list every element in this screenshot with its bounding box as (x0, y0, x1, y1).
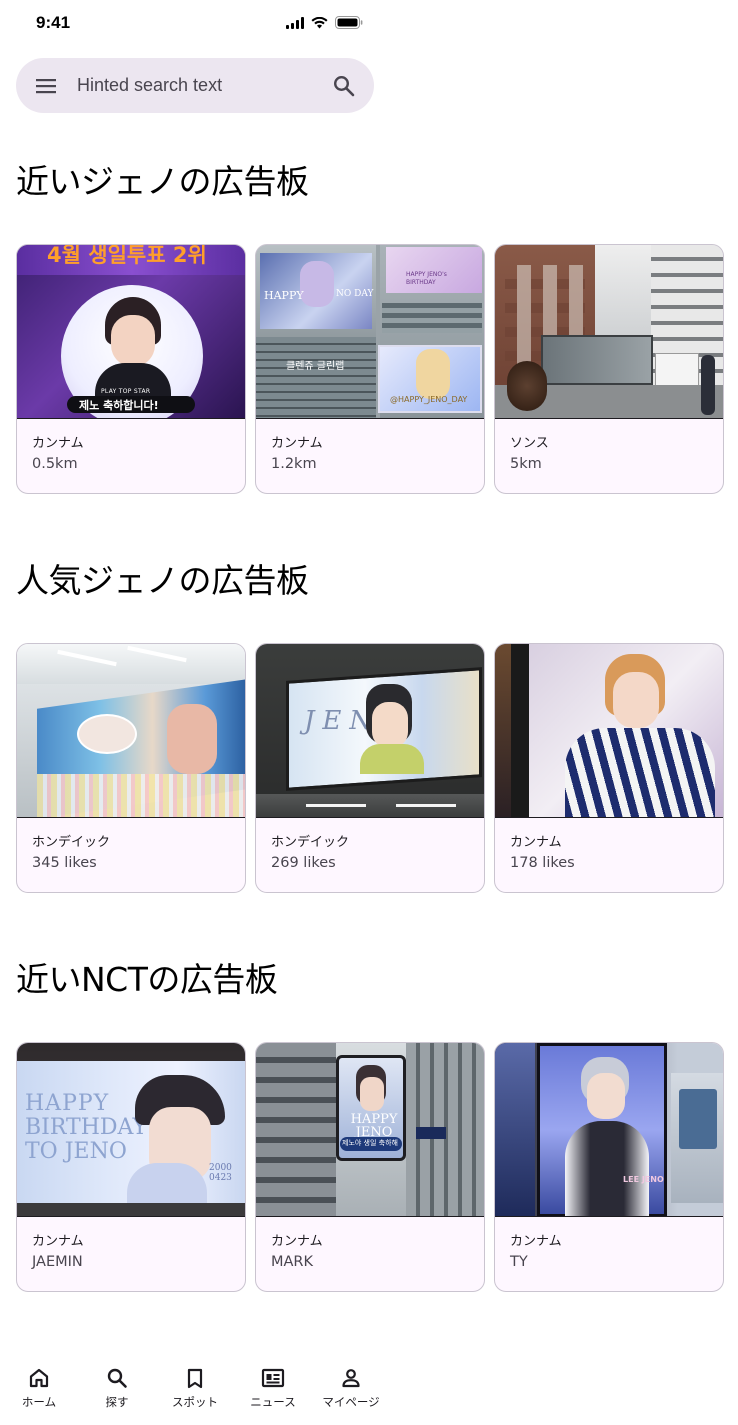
home-icon (29, 1368, 49, 1388)
image-line3: TO JENO (25, 1139, 127, 1164)
image-name: LEE JENO (623, 1175, 664, 1184)
image-date: 2000 0423 (209, 1163, 232, 1183)
section-title: 近いジェノの広告板 (16, 162, 309, 201)
card-location: カンナム (271, 436, 323, 451)
search-bar[interactable]: Hinted search text (16, 58, 374, 113)
nav-label: 探す (105, 1395, 129, 1409)
nav-item-mypage[interactable]: マイページ (312, 1367, 390, 1410)
card-member: TY (510, 1254, 528, 1270)
status-icons (286, 16, 363, 29)
card-location: カンナム (271, 1234, 323, 1249)
billboard-image (495, 245, 723, 419)
image-line2: BIRTHDAY (25, 1115, 148, 1140)
image-sign: 클렌쥬 글린랩 (286, 361, 345, 372)
menu-icon (36, 78, 56, 93)
battery-icon (335, 16, 363, 29)
section-nearby-jeno: 近いジェノの広告板 4월 생일투표 2위 PLAY TOP STAR 제노 축하… (16, 157, 724, 497)
image-headline: 4월 생일투표 2위 (47, 245, 207, 267)
billboard-image: HAPPY JENO 제노야 생일 축하해 (256, 1043, 484, 1217)
nav-item-home[interactable]: ホーム (0, 1367, 78, 1410)
card-likes: 345 likes (32, 855, 97, 871)
section-popular-jeno: 人気ジェノの広告板 ホンデイック 345 likes JENO ホンデイック 2… (16, 556, 724, 896)
card-location: カンナム (510, 1234, 562, 1249)
image-line1: HAPPY (25, 1091, 110, 1116)
status-time: 9:41 (36, 13, 71, 32)
image-happy: HAPPY (264, 289, 304, 302)
card-row: HAPPY BIRTHDAY TO JENO 2000 0423 カンナム JA… (16, 1042, 724, 1292)
nav-label: スポット (172, 1395, 218, 1409)
billboard-card[interactable]: HAPPY NO DAY 클렌쥬 글린랩 HAPPY JENO's BIRTHD… (255, 244, 485, 494)
card-distance: 0.5km (32, 456, 78, 472)
billboard-card[interactable]: LEE JENO カンナム TY (494, 1042, 724, 1292)
nav-item-search[interactable]: 探す (78, 1367, 156, 1410)
bottom-navigation: ホーム 探す スポット ニュース マイページ (0, 1355, 738, 1425)
billboard-image (17, 644, 245, 818)
section-nearby-nct: 近いNCTの広告板 HAPPY BIRTHDAY TO JENO 2000 04… (16, 955, 724, 1295)
nav-item-news[interactable]: ニュース (234, 1367, 312, 1410)
card-distance: 5km (510, 456, 542, 472)
card-likes: 269 likes (271, 855, 336, 871)
search-input[interactable]: Hinted search text (77, 75, 314, 96)
billboard-card[interactable]: HAPPY JENO 제노야 생일 축하해 カンナム MARK (255, 1042, 485, 1292)
section-title: 人気ジェノの広告板 (16, 561, 309, 600)
person-icon (342, 1369, 360, 1388)
billboard-image: 4월 생일투표 2위 PLAY TOP STAR 제노 축하합니다! (17, 245, 245, 419)
card-location: ホンデイック (32, 835, 111, 850)
section-title: 近いNCTの広告板 (16, 960, 278, 999)
status-bar: 9:41 (0, 0, 738, 50)
search-icon (107, 1368, 127, 1388)
nav-item-spot[interactable]: スポット (156, 1367, 234, 1410)
billboard-card[interactable]: 4월 생일투표 2위 PLAY TOP STAR 제노 축하합니다! カンナム … (16, 244, 246, 494)
card-likes: 178 likes (510, 855, 575, 871)
image-screen-text: HAPPY JENO (350, 1112, 398, 1140)
image-caption: 제노야 생일 축하해 (342, 1139, 398, 1147)
billboard-image: HAPPY NO DAY 클렌쥬 글린랩 HAPPY JENO's BIRTHD… (256, 245, 484, 419)
billboard-image: HAPPY BIRTHDAY TO JENO 2000 0423 (17, 1043, 245, 1217)
card-row: ホンデイック 345 likes JENO ホンデイック 269 likes カ… (16, 643, 724, 893)
card-row: 4월 생일투표 2위 PLAY TOP STAR 제노 축하합니다! カンナム … (16, 244, 724, 494)
bookmark-icon (187, 1368, 203, 1389)
cellular-signal-icon (286, 16, 304, 29)
card-location: カンナム (510, 835, 562, 850)
billboard-card[interactable]: ホンデイック 345 likes (16, 643, 246, 893)
card-location: ソンス (510, 436, 549, 451)
wifi-icon (311, 16, 328, 28)
image-caption: 제노 축하합니다! (79, 399, 159, 412)
billboard-image (495, 644, 723, 818)
billboard-card[interactable]: カンナム 178 likes (494, 643, 724, 893)
image-jeno-bday: HAPPY JENO's BIRTHDAY (406, 271, 447, 286)
image-badge: PLAY TOP STAR (101, 388, 151, 395)
card-distance: 1.2km (271, 456, 317, 472)
billboard-image: LEE JENO (495, 1043, 723, 1217)
search-icon (333, 75, 355, 96)
nav-label: ニュース (250, 1395, 296, 1409)
image-tag: @HAPPY_JENO_DAY (390, 395, 468, 404)
image-noday: NO DAY (336, 289, 374, 299)
card-member: MARK (271, 1254, 314, 1270)
card-location: ホンデイック (271, 835, 350, 850)
search-button[interactable] (314, 58, 374, 113)
news-icon (261, 1368, 285, 1388)
card-member: JAEMIN (32, 1254, 83, 1270)
menu-button[interactable] (16, 58, 76, 113)
billboard-card[interactable]: JENO ホンデイック 269 likes (255, 643, 485, 893)
card-location: カンナム (32, 436, 84, 451)
nav-label: ホーム (21, 1395, 57, 1409)
billboard-card[interactable]: HAPPY BIRTHDAY TO JENO 2000 0423 カンナム JA… (16, 1042, 246, 1292)
billboard-image: JENO (256, 644, 484, 818)
billboard-card[interactable]: ソンス 5km (494, 244, 724, 494)
card-location: カンナム (32, 1234, 84, 1249)
nav-label: マイページ (322, 1395, 380, 1409)
